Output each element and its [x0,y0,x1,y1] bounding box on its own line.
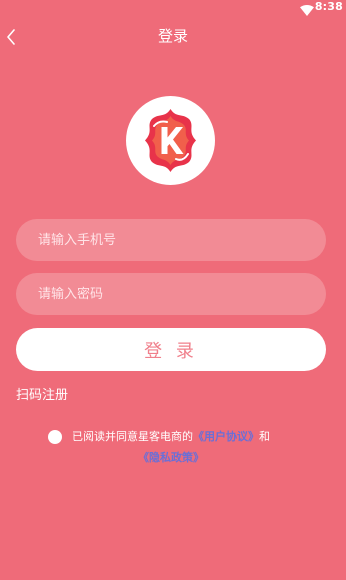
agreement-text-line-1: 已阅读并同意星客电商的《用户协议》和 [72,429,270,445]
status-bar: 8:38 [0,0,346,16]
wifi-icon [300,1,314,16]
login-button[interactable]: 登 录 [16,328,326,371]
app-bar: 登录 [0,24,346,50]
password-field[interactable] [16,273,326,315]
privacy-policy-link[interactable]: 《隐私政策》 [138,451,204,464]
agree-checkbox[interactable] [48,430,62,444]
page-title: 登录 [157,27,188,45]
agreement-text-line-2: 《隐私政策》 [138,450,204,466]
agreement-prefix: 已阅读并同意星客电商的 [72,430,193,443]
agreement-conjunction: 和 [259,430,270,443]
agreement: 已阅读并同意星客电商的《用户协议》和 《隐私政策》 [48,429,308,469]
scan-register-link[interactable]: 扫码注册 [16,387,68,405]
app-logo [126,96,215,185]
app-logo-k-icon [145,109,196,172]
phone-field[interactable] [16,219,326,261]
password-input[interactable] [38,273,318,315]
user-agreement-link[interactable]: 《用户协议》 [193,430,259,443]
status-time: 8:38 [314,0,343,13]
phone-input[interactable] [38,219,318,261]
